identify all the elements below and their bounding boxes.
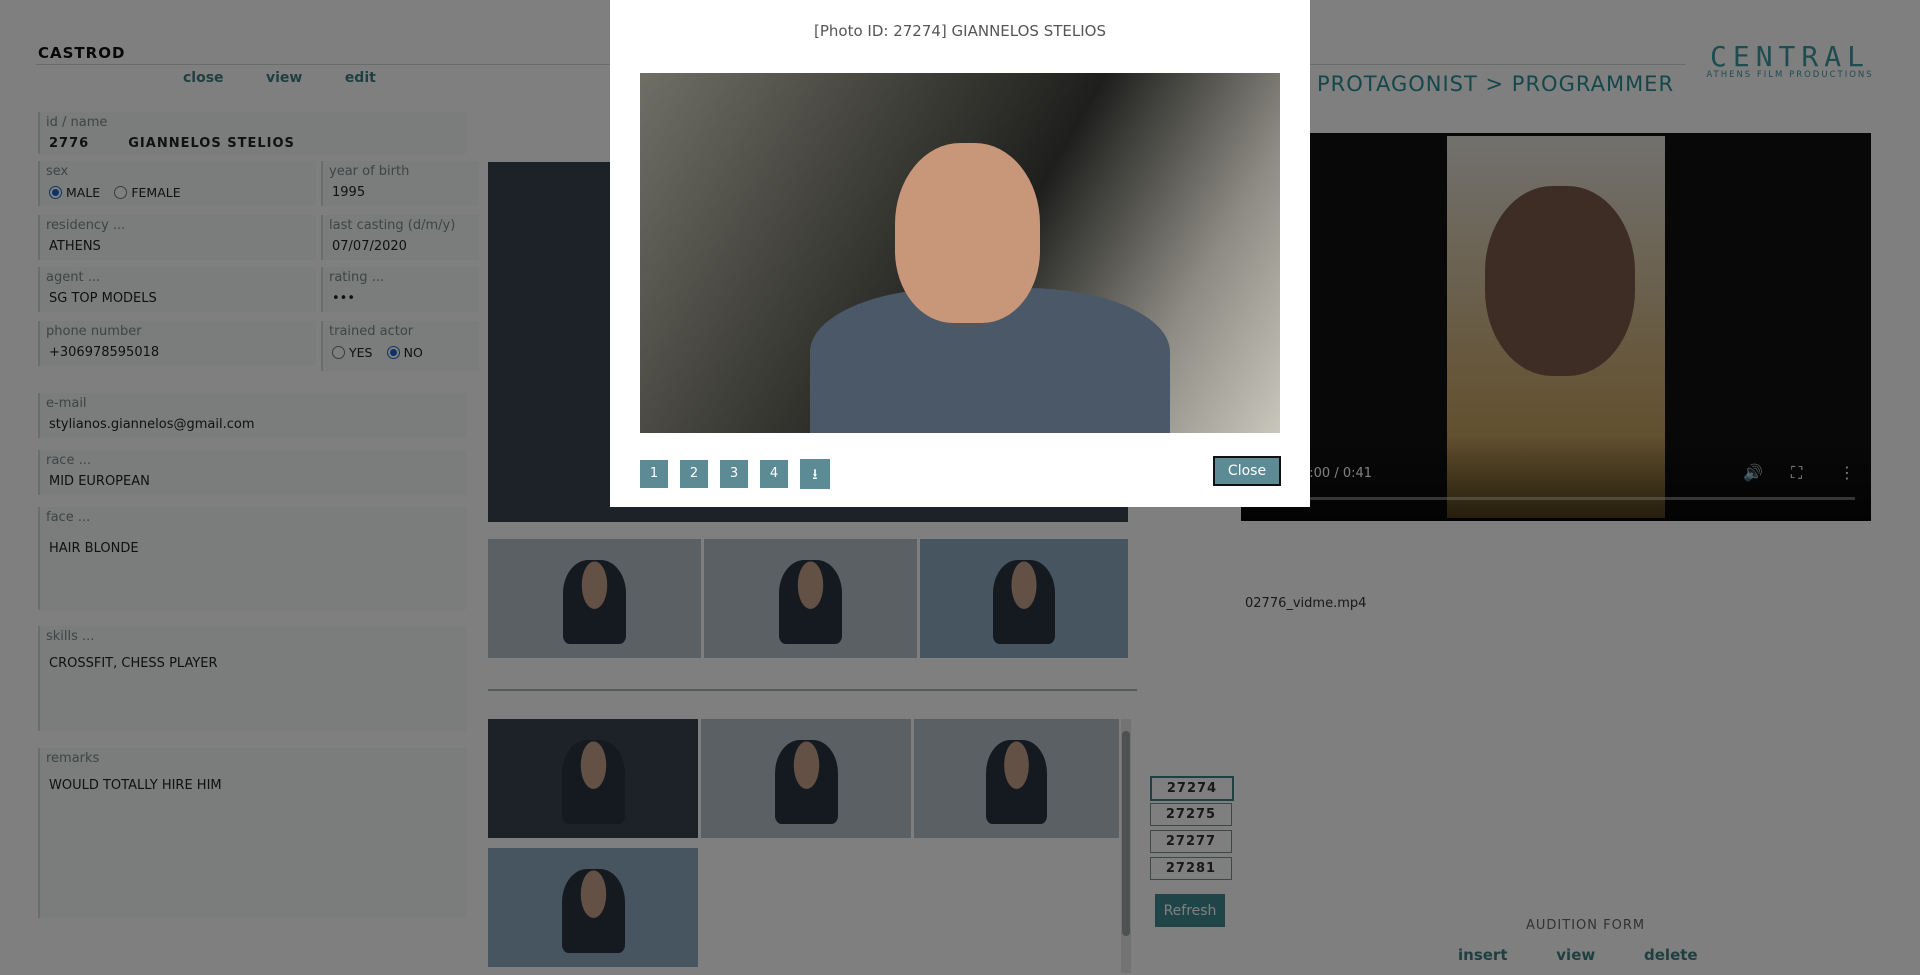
page-button-4[interactable]: 4 xyxy=(760,460,788,488)
modal-title: [Photo ID: 27274] GIANNELOS STELIOS xyxy=(814,22,1106,40)
download-icon[interactable]: ⭳ xyxy=(800,459,830,489)
modal-photo xyxy=(640,73,1280,433)
page-button-3[interactable]: 3 xyxy=(720,460,748,488)
photo-modal: [Photo ID: 27274] GIANNELOS STELIOS 1234… xyxy=(610,0,1310,507)
modal-close-button[interactable]: Close xyxy=(1213,456,1281,486)
page-button-1[interactable]: 1 xyxy=(640,460,668,488)
page-button-2[interactable]: 2 xyxy=(680,460,708,488)
photo-pager: 1 2 3 4 ⭳ xyxy=(640,459,830,489)
